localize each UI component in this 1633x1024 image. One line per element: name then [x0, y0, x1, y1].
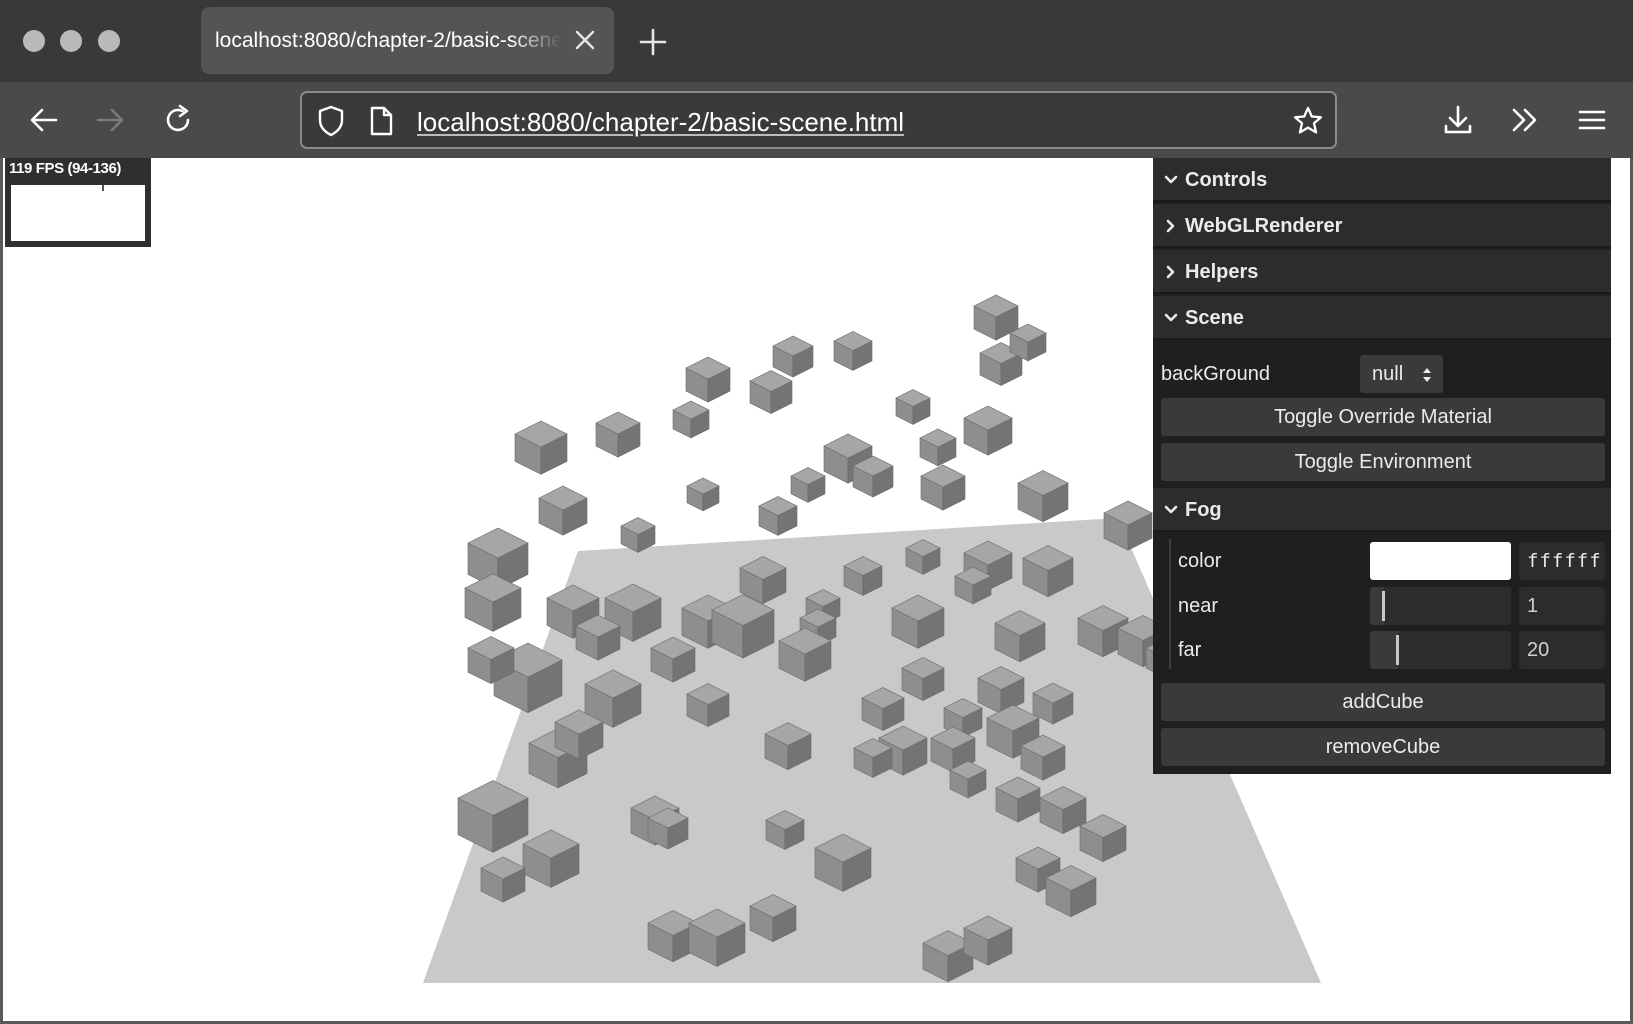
- fog-far-slider-fill: [1370, 631, 1399, 669]
- chevron-down-icon: [1164, 505, 1178, 514]
- fps-readout: 119 FPS (94-136): [9, 160, 122, 177]
- fog-near-label: near: [1178, 595, 1219, 617]
- browser-tab[interactable]: localhost:8080/chapter-2/basic-scene.htm…: [201, 7, 614, 74]
- fps-graph: [11, 185, 145, 241]
- plus-icon[interactable]: [638, 27, 668, 57]
- folder-helpers-label: Helpers: [1185, 261, 1259, 283]
- minimize-window-traffic-light[interactable]: [60, 30, 82, 52]
- cube: [685, 356, 731, 403]
- folder-helpers[interactable]: Helpers: [1153, 250, 1611, 294]
- chevron-right-icon: [1166, 219, 1175, 233]
- browser-tab-bar: localhost:8080/chapter-2/basic-scene.htm…: [0, 0, 1633, 82]
- folder-webglrenderer-label: WebGLRenderer: [1185, 215, 1343, 237]
- folder-controls[interactable]: Controls: [1153, 158, 1611, 202]
- page-icon: [370, 106, 393, 136]
- folder-fog[interactable]: Fog: [1153, 488, 1611, 532]
- fog-color-swatch[interactable]: [1370, 542, 1511, 580]
- back-arrow-icon[interactable]: [27, 103, 61, 137]
- toggle-environment-button[interactable]: Toggle Environment: [1161, 443, 1605, 481]
- fog-far-label: far: [1178, 639, 1202, 661]
- fps-graph-bar: [102, 185, 104, 191]
- cube: [772, 335, 814, 378]
- cube: [895, 389, 931, 425]
- chevron-down-icon: [1164, 175, 1178, 184]
- folder-fog-label: Fog: [1185, 499, 1222, 521]
- folder-controls-label: Controls: [1185, 169, 1268, 191]
- cube: [749, 370, 793, 415]
- folder-scene[interactable]: Scene: [1153, 296, 1611, 340]
- address-bar[interactable]: localhost:8080/chapter-2/basic-scene.htm…: [300, 91, 1337, 149]
- background-label: backGround: [1161, 363, 1270, 385]
- cube: [920, 464, 966, 511]
- close-window-traffic-light[interactable]: [23, 30, 45, 52]
- fog-near-slider[interactable]: [1370, 587, 1511, 625]
- cube: [672, 400, 710, 439]
- select-arrows-icon: [1423, 368, 1431, 382]
- background-select-value: null: [1372, 363, 1404, 385]
- hamburger-menu-icon[interactable]: [1575, 103, 1609, 137]
- cube: [538, 485, 588, 536]
- folder-webglrenderer[interactable]: WebGLRenderer: [1153, 204, 1611, 248]
- cube: [514, 420, 568, 475]
- tab-title: localhost:8080/chapter-2/basic-scene.htm…: [215, 29, 561, 52]
- background-select[interactable]: null: [1360, 355, 1443, 393]
- folder-scene-label: Scene: [1185, 307, 1244, 329]
- download-icon[interactable]: [1441, 103, 1475, 137]
- fog-far-slider-thumb[interactable]: [1396, 635, 1400, 665]
- fog-color-label: color: [1178, 550, 1222, 572]
- chevron-right-icon: [1166, 265, 1175, 279]
- fps-stats-panel[interactable]: 119 FPS (94-136): [5, 158, 151, 247]
- close-icon[interactable]: [572, 27, 598, 53]
- cube: [686, 477, 720, 512]
- reload-icon[interactable]: [161, 103, 195, 137]
- cube: [963, 405, 1013, 456]
- remove-cube-button[interactable]: removeCube: [1161, 728, 1605, 766]
- cube: [833, 331, 873, 371]
- fog-folder-indent-rule: [1169, 539, 1171, 669]
- cube: [595, 411, 641, 458]
- fog-near-input[interactable]: 1: [1519, 587, 1605, 625]
- fog-far-input[interactable]: 20: [1519, 631, 1605, 669]
- star-icon[interactable]: [1292, 105, 1324, 137]
- fog-color-hex-input[interactable]: ffffff: [1519, 542, 1605, 580]
- shield-icon[interactable]: [316, 105, 346, 137]
- forward-arrow-icon[interactable]: [93, 103, 127, 137]
- cube: [464, 573, 522, 632]
- cube: [919, 428, 957, 467]
- add-cube-button[interactable]: addCube: [1161, 683, 1605, 721]
- url-text[interactable]: localhost:8080/chapter-2/basic-scene.htm…: [417, 107, 904, 138]
- chevron-down-icon: [1164, 313, 1178, 322]
- fog-near-slider-thumb[interactable]: [1382, 591, 1386, 621]
- browser-nav-bar: localhost:8080/chapter-2/basic-scene.htm…: [0, 82, 1633, 158]
- fog-far-slider[interactable]: [1370, 631, 1511, 669]
- gui-panel: Controls WebGLRenderer Helpers Scene bac…: [1153, 158, 1611, 774]
- cube: [1017, 470, 1069, 523]
- cube: [758, 496, 798, 536]
- maximize-window-traffic-light[interactable]: [98, 30, 120, 52]
- chevrons-right-icon[interactable]: [1508, 103, 1542, 137]
- toggle-override-material-button[interactable]: Toggle Override Material: [1161, 398, 1605, 436]
- cube: [790, 467, 826, 503]
